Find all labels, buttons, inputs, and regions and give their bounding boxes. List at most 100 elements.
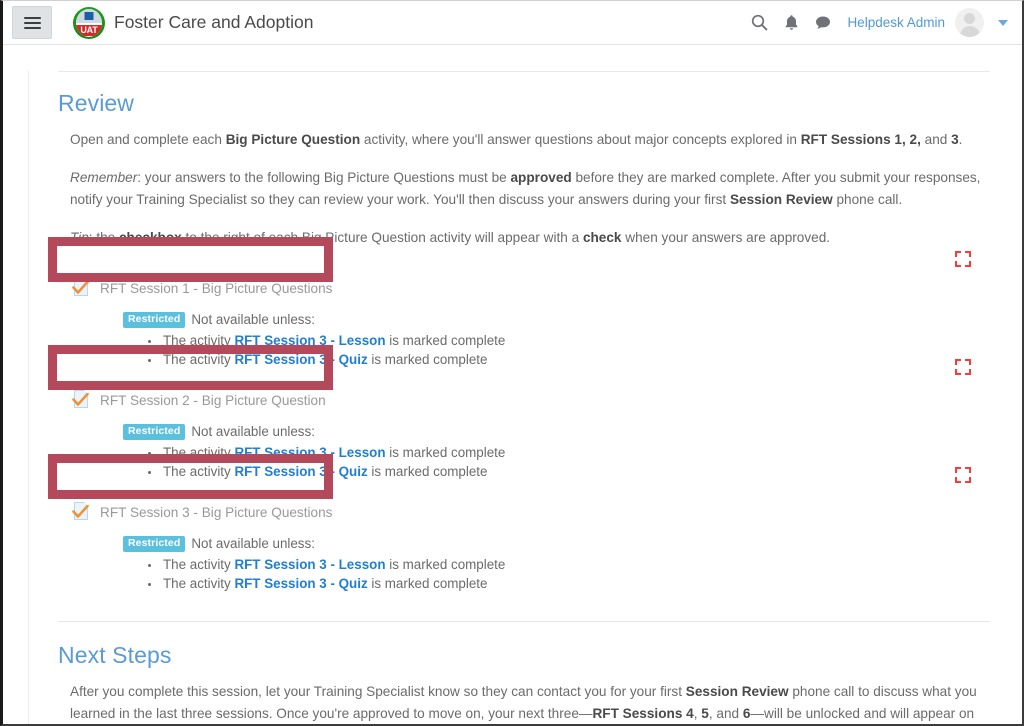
activity-link[interactable]: RFT Session 1 - Big Picture Questions: [100, 281, 332, 296]
text-strong: RFT Sessions 1, 2,: [800, 132, 921, 147]
hamburger-line: [23, 26, 41, 29]
restriction-condition-list: The activity RFT Session 3 - Lesson is m…: [123, 555, 992, 593]
condition-activity-link[interactable]: RFT Session 3 - Quiz: [234, 464, 367, 479]
activity-restriction: Restricted Not available unless: The act…: [123, 535, 992, 593]
text-fragment: The activity: [163, 333, 235, 348]
text-fragment: is marked complete: [385, 557, 506, 572]
restriction-header: Restricted Not available unless:: [123, 535, 992, 553]
activity-group: RFT Session 1 - Big Picture Questions Re…: [43, 275, 992, 369]
text-strong: checkbox: [119, 230, 182, 245]
text-strong: 5: [701, 706, 709, 721]
logo-emblem: [84, 11, 94, 20]
list-item: The activity RFT Session 3 - Quiz is mar…: [161, 462, 992, 481]
text-fragment: The activity: [163, 576, 235, 591]
menu-toggle-button[interactable]: [12, 6, 52, 39]
text-fragment: .: [958, 132, 963, 147]
page-wrapper: Review Open and complete each Big Pictur…: [3, 71, 1022, 724]
text-fragment: The activity: [163, 557, 235, 572]
site-navbar: UAT Foster Care and Adoption Helpdesk Ad…: [3, 1, 1022, 45]
text-strong: Session Review: [729, 192, 833, 207]
restriction-condition-list: The activity RFT Session 3 - Lesson is m…: [123, 331, 992, 369]
hamburger-line: [23, 16, 41, 19]
text-fragment: is marked complete: [385, 333, 506, 348]
list-item: The activity RFT Session 3 - Quiz is mar…: [161, 350, 992, 369]
condition-activity-link[interactable]: RFT Session 3 - Quiz: [234, 352, 367, 367]
text-fragment: is marked complete: [367, 352, 488, 367]
text-strong: Session Review: [685, 684, 789, 699]
text-fragment: phone call.: [832, 192, 903, 207]
text-fragment: The activity: [163, 464, 235, 479]
checkmark-shape: [72, 281, 89, 294]
text-fragment: , and: [708, 706, 743, 721]
assignment-check-icon: [71, 501, 93, 523]
search-icon[interactable]: [751, 14, 768, 31]
text-fragment: Open and complete each: [70, 132, 226, 147]
condition-activity-link[interactable]: RFT Session 3 - Quiz: [234, 576, 367, 591]
avatar[interactable]: [955, 8, 984, 37]
navbar-actions: Helpdesk Admin: [751, 8, 1008, 37]
text-fragment: is marked complete: [367, 464, 488, 479]
text-emphasis: Remember: [70, 170, 138, 185]
chat-bubble-icon[interactable]: [815, 15, 831, 30]
checkmark-shape: [72, 505, 89, 518]
list-item: The activity RFT Session 3 - Lesson is m…: [161, 555, 992, 574]
restriction-header: Restricted Not available unless:: [123, 311, 992, 329]
site-brand[interactable]: UAT Foster Care and Adoption: [73, 6, 314, 39]
page-title-next-steps: Next Steps: [58, 642, 172, 668]
restriction-condition-list: The activity RFT Session 3 - Lesson is m…: [123, 443, 992, 481]
activity-group: RFT Session 2 - Big Picture Question Res…: [43, 387, 992, 481]
completion-checkbox-marker-2[interactable]: [955, 359, 971, 375]
user-menu-link[interactable]: Helpdesk Admin: [847, 15, 945, 30]
text-fragment: : the: [88, 230, 119, 245]
assignment-check-icon: [71, 389, 93, 411]
text-fragment: The activity: [163, 445, 235, 460]
text-fragment: is marked complete: [385, 445, 506, 460]
restriction-text: Not available unless:: [191, 424, 315, 439]
page-title-review: Review: [58, 90, 135, 116]
site-title: Foster Care and Adoption: [114, 12, 314, 32]
assignment-check-icon: [71, 277, 93, 299]
activity-item[interactable]: RFT Session 1 - Big Picture Questions: [71, 275, 992, 301]
hamburger-line: [23, 21, 41, 24]
logo-text: UAT: [76, 24, 102, 36]
text-fragment: After you complete this session, let you…: [70, 684, 686, 699]
uat-logo-icon: UAT: [73, 6, 105, 39]
text-fragment: and: [920, 132, 952, 147]
activity-item[interactable]: RFT Session 2 - Big Picture Question: [71, 387, 992, 413]
review-paragraph-2: Remember: your answers to the following …: [70, 167, 992, 211]
activity-link[interactable]: RFT Session 2 - Big Picture Question: [100, 393, 326, 408]
condition-activity-link[interactable]: RFT Session 3 - Lesson: [234, 557, 385, 572]
text-strong: RFT Sessions 4: [592, 706, 694, 721]
condition-activity-link[interactable]: RFT Session 3 - Lesson: [234, 445, 385, 460]
activity-item[interactable]: RFT Session 3 - Big Picture Questions: [71, 499, 992, 525]
activity-restriction: Restricted Not available unless: The act…: [123, 311, 992, 369]
restriction-text: Not available unless:: [191, 312, 315, 327]
course-content-region: Review Open and complete each Big Pictur…: [28, 71, 1020, 724]
list-item: The activity RFT Session 3 - Lesson is m…: [161, 443, 992, 462]
text-fragment: The activity: [163, 352, 235, 367]
text-emphasis: Tip: [70, 230, 89, 245]
condition-activity-link[interactable]: RFT Session 3 - Lesson: [234, 333, 385, 348]
text-fragment: when your answers are approved.: [621, 230, 831, 245]
status-badge-restricted: Restricted: [123, 424, 186, 440]
logo-inner: UAT: [76, 8, 102, 37]
text-strong: 3: [951, 132, 959, 147]
section-divider: [58, 621, 990, 622]
activity-link[interactable]: RFT Session 3 - Big Picture Questions: [100, 505, 332, 520]
restriction-header: Restricted Not available unless:: [123, 423, 992, 441]
activity-restriction: Restricted Not available unless: The act…: [123, 423, 992, 481]
completion-checkbox-marker-3[interactable]: [955, 467, 971, 483]
next-steps-paragraph: After you complete this session, let you…: [70, 681, 992, 724]
completion-checkbox-marker-1[interactable]: [955, 251, 971, 267]
status-badge-restricted: Restricted: [123, 536, 186, 552]
list-item: The activity RFT Session 3 - Quiz is mar…: [161, 574, 992, 593]
text-fragment: activity, where you'll answer questions …: [360, 132, 801, 147]
chevron-down-icon[interactable]: [998, 19, 1008, 26]
review-paragraph-1: Open and complete each Big Picture Quest…: [70, 129, 992, 151]
text-fragment: : your answers to the following Big Pict…: [137, 170, 511, 185]
text-fragment: to the right of each Big Picture Questio…: [181, 230, 583, 245]
top-divider: [58, 71, 990, 72]
text-strong: approved: [510, 170, 572, 185]
review-paragraph-3: Tip: the checkbox to the right of each B…: [70, 227, 992, 249]
bell-icon[interactable]: [784, 14, 799, 31]
